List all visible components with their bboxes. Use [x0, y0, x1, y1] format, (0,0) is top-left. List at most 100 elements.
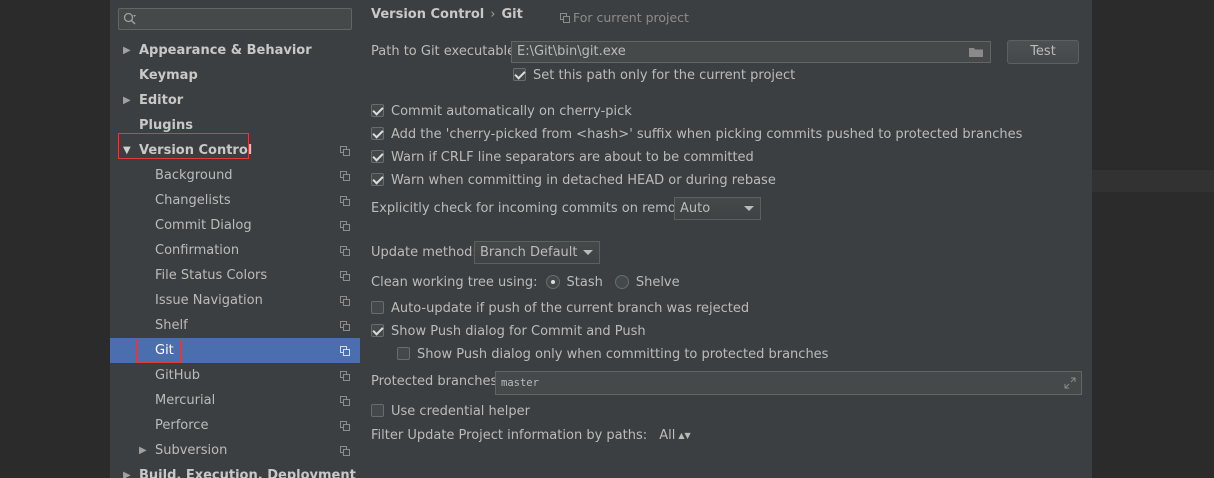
copy-icon — [340, 196, 350, 206]
sidebar-item-mercurial[interactable]: Mercurial — [110, 388, 360, 413]
copy-icon — [340, 396, 350, 406]
sidebar-item-label: Shelf — [155, 318, 188, 333]
copy-icon — [340, 321, 350, 331]
credential-helper-checkbox[interactable]: Use credential helper — [371, 402, 530, 422]
show-push-protected-label: Show Push dialog only when committing to… — [417, 347, 829, 362]
sidebar-item-build-execution-deployment[interactable]: ▶ Build, Execution, Deployment — [110, 463, 360, 478]
git-settings-panel: Version Control › Git For current project … — [360, 0, 1092, 478]
sidebar-item-label: Changelists — [155, 193, 231, 208]
incoming-select[interactable]: Auto — [674, 197, 761, 220]
incoming-label: Explicitly check for incoming commits on… — [371, 199, 700, 219]
cherry-picked-suffix-checkbox[interactable]: Add the 'cherry-picked from <hash>' suff… — [371, 125, 1022, 145]
set-path-only-checkbox[interactable]: Set this path only for the current proje… — [513, 66, 795, 86]
editor-stripe — [1092, 170, 1214, 192]
radio-selected-icon[interactable] — [545, 275, 560, 289]
sidebar-item-file-status-colors[interactable]: File Status Colors — [110, 263, 360, 288]
filter-paths-select[interactable]: All ▲▼ — [659, 428, 690, 443]
checkbox-checked-icon[interactable] — [371, 324, 384, 337]
sidebar-item-commit-dialog[interactable]: Commit Dialog — [110, 213, 360, 238]
chevron-right-icon[interactable]: ▶ — [123, 38, 131, 63]
folder-icon[interactable] — [968, 46, 984, 58]
shelve-radio[interactable]: Shelve — [614, 275, 680, 290]
sidebar-item-shelf[interactable]: Shelf — [110, 313, 360, 338]
show-push-checkbox[interactable]: Show Push dialog for Commit and Push — [371, 322, 646, 342]
protected-branches-input[interactable]: master — [495, 371, 1082, 395]
chevron-right-icon[interactable]: ▶ — [139, 438, 147, 463]
sidebar-item-editor[interactable]: ▶ Editor — [110, 88, 360, 113]
copy-icon — [340, 271, 350, 281]
copy-icon — [340, 421, 350, 431]
commit-cherry-pick-label: Commit automatically on cherry-pick — [391, 104, 632, 119]
sidebar-item-appearance-behavior[interactable]: ▶ Appearance & Behavior — [110, 38, 360, 63]
sidebar-item-subversion[interactable]: ▶ Subversion — [110, 438, 360, 463]
cherry-picked-suffix-label: Add the 'cherry-picked from <hash>' suff… — [391, 127, 1023, 142]
settings-search-input[interactable] — [118, 8, 352, 30]
auto-update-checkbox[interactable]: Auto-update if push of the current branc… — [371, 299, 749, 319]
filter-paths-value: All — [659, 428, 676, 443]
settings-sidebar: ▶ Appearance & Behavior Keymap ▶ Editor Plugi… — [110, 0, 360, 478]
set-path-only-label: Set this path only for the current proje… — [533, 68, 796, 83]
sidebar-item-keymap[interactable]: Keymap — [110, 63, 360, 88]
copy-icon — [340, 346, 350, 356]
test-button-label: Test — [1030, 44, 1056, 59]
warn-crlf-label: Warn if CRLF line separators are about t… — [391, 150, 754, 165]
sidebar-item-label: GitHub — [155, 368, 201, 383]
sidebar-item-background[interactable]: Background — [110, 163, 360, 188]
update-method-value: Branch Default — [480, 245, 578, 260]
search-icon — [123, 12, 136, 25]
copy-icon — [560, 13, 570, 23]
checkbox-checked-icon[interactable] — [371, 127, 384, 140]
sidebar-item-label: Perforce — [155, 418, 209, 433]
sidebar-item-confirmation[interactable]: Confirmation — [110, 238, 360, 263]
checkbox-checked-icon[interactable] — [371, 104, 384, 117]
credential-helper-label: Use credential helper — [391, 404, 530, 419]
update-method-label-text: Update method: — [371, 245, 477, 260]
sidebar-item-label: Editor — [139, 93, 184, 108]
auto-update-label: Auto-update if push of the current branc… — [391, 301, 750, 316]
copy-icon — [340, 446, 350, 456]
chevron-right-icon[interactable]: ▶ — [123, 463, 131, 478]
update-method-select[interactable]: Branch Default — [474, 241, 600, 264]
breadcrumb: Version Control › Git — [371, 7, 523, 22]
sidebar-item-label: Appearance & Behavior — [139, 43, 312, 58]
show-push-label: Show Push dialog for Commit and Push — [391, 324, 646, 339]
breadcrumb-current: Git — [501, 7, 523, 22]
sidebar-item-issue-navigation[interactable]: Issue Navigation — [110, 288, 360, 313]
radio-unselected-icon[interactable] — [614, 275, 629, 289]
checkbox-checked-icon[interactable] — [371, 150, 384, 163]
test-button[interactable]: Test — [1007, 40, 1079, 64]
incoming-value: Auto — [680, 201, 711, 216]
warn-detached-label: Warn when committing in detached HEAD or… — [391, 173, 776, 188]
copy-icon — [340, 171, 350, 181]
git-path-value: E:\Git\bin\git.exe — [517, 44, 626, 59]
commit-cherry-pick-checkbox[interactable]: Commit automatically on cherry-pick — [371, 102, 632, 122]
expand-icon[interactable] — [1064, 377, 1076, 389]
chevron-right-icon[interactable]: ▶ — [123, 88, 131, 113]
chevron-down-icon — [583, 250, 593, 255]
sidebar-item-label: Keymap — [139, 68, 198, 83]
sidebar-item-perforce[interactable]: Perforce — [110, 413, 360, 438]
warn-crlf-checkbox[interactable]: Warn if CRLF line separators are about t… — [371, 148, 754, 168]
copy-icon — [340, 146, 350, 156]
checkbox-unchecked-icon[interactable] — [397, 347, 410, 360]
checkbox-unchecked-icon[interactable] — [371, 404, 384, 417]
sidebar-item-changelists[interactable]: Changelists — [110, 188, 360, 213]
sidebar-item-github[interactable]: GitHub — [110, 363, 360, 388]
checkbox-unchecked-icon[interactable] — [371, 301, 384, 314]
shelve-label: Shelve — [635, 275, 680, 290]
stash-radio[interactable]: Stash — [545, 275, 603, 290]
background-left — [0, 0, 110, 478]
breadcrumb-parent[interactable]: Version Control — [371, 7, 484, 22]
project-scope-note: For current project — [560, 10, 689, 25]
show-push-protected-checkbox[interactable]: Show Push dialog only when committing to… — [397, 345, 828, 365]
copy-icon — [340, 371, 350, 381]
stash-label: Stash — [566, 275, 603, 290]
git-path-input[interactable]: E:\Git\bin\git.exe — [511, 41, 991, 63]
warn-detached-checkbox[interactable]: Warn when committing in detached HEAD or… — [371, 171, 776, 191]
clean-tree-row: Clean working tree using: Stash Shelve — [371, 273, 680, 293]
sidebar-item-label: Subversion — [155, 443, 228, 458]
chevron-down-icon — [744, 206, 754, 211]
sidebar-item-label: Build, Execution, Deployment — [139, 468, 356, 478]
checkbox-checked-icon[interactable] — [371, 173, 384, 186]
checkbox-checked-icon[interactable] — [513, 68, 526, 81]
